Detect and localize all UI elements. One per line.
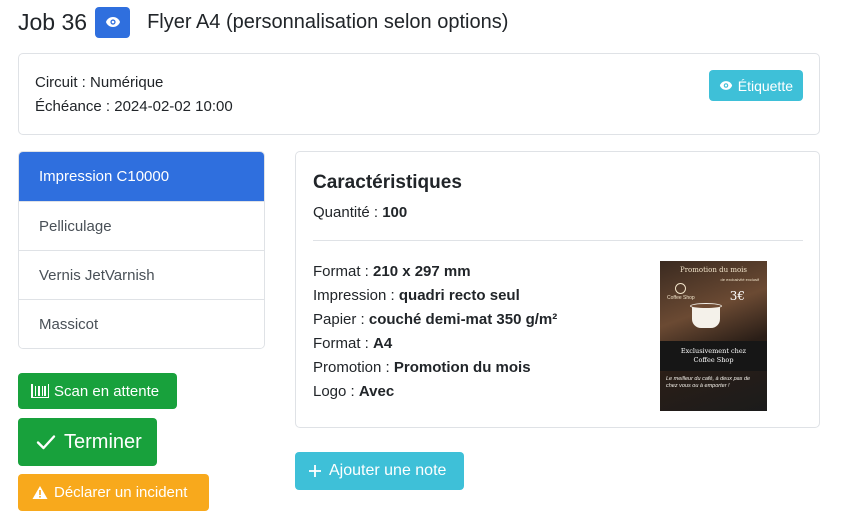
eye-icon bbox=[105, 17, 120, 27]
flyer-logo-mark bbox=[675, 283, 687, 294]
spec-label: Logo : bbox=[313, 383, 355, 400]
spec-value: Promotion du mois bbox=[393, 359, 531, 376]
spec-value: Avec bbox=[358, 383, 395, 400]
spec-label: Format : bbox=[313, 263, 369, 280]
warning-icon bbox=[32, 486, 48, 499]
spec-impression: Impression : quadri recto seul bbox=[313, 284, 557, 308]
add-note-label: Ajouter une note bbox=[329, 462, 447, 479]
spec-promotion: Promotion : Promotion du mois bbox=[313, 356, 557, 380]
report-incident-button[interactable]: Déclarer un incident bbox=[18, 474, 209, 511]
view-job-button[interactable] bbox=[95, 6, 131, 38]
circuit-line: Circuit : Numérique bbox=[35, 74, 163, 91]
flyer-exclusive-text: Exclusivement chez Coffee Shop bbox=[660, 347, 767, 365]
deadline-line: Échéance : 2024-02-02 10:00 bbox=[35, 98, 233, 115]
spec-value: couché demi-mat 350 g/m² bbox=[368, 311, 558, 328]
quantity-line: Quantité : 100 bbox=[313, 204, 407, 221]
step-label: Massicot bbox=[39, 315, 99, 333]
label-button[interactable]: Étiquette bbox=[708, 70, 803, 101]
plus-icon bbox=[309, 465, 321, 477]
job-title: Job 36 bbox=[18, 8, 88, 35]
quantity-value: 100 bbox=[382, 204, 408, 221]
characteristics-card: Caractéristiques Quantité : 100 Format :… bbox=[295, 151, 820, 428]
step-item-vernis[interactable]: Vernis JetVarnish bbox=[19, 250, 264, 299]
spec-label: Promotion : bbox=[313, 359, 390, 376]
report-incident-label: Déclarer un incident bbox=[54, 484, 188, 501]
scan-pending-label: Scan en attente bbox=[54, 382, 160, 400]
finish-label: Terminer bbox=[64, 430, 142, 453]
barcode-icon bbox=[31, 384, 49, 398]
flyer-logo-text: Coffee Shop bbox=[667, 295, 695, 301]
step-item-pelliculage[interactable]: Pelliculage bbox=[19, 201, 264, 250]
scan-pending-button[interactable]: Scan en attente bbox=[18, 373, 177, 409]
flyer-price: 3€ bbox=[729, 289, 745, 303]
deadline-label: Échéance : bbox=[35, 98, 111, 115]
job-info-card: Circuit : Numérique Échéance : 2024-02-0… bbox=[18, 53, 820, 135]
eye-icon bbox=[719, 81, 732, 90]
circuit-value: Numérique bbox=[90, 74, 164, 91]
spec-value: quadri recto seul bbox=[398, 287, 520, 304]
spec-format-size: Format : 210 x 297 mm bbox=[313, 260, 557, 284]
label-button-text: Étiquette bbox=[737, 77, 793, 94]
flyer-logo: Coffee Shop bbox=[667, 283, 695, 301]
flyer-exclusive-line1: Exclusivement chez bbox=[680, 347, 747, 355]
flyer-promo-text: Promotion du mois bbox=[679, 266, 748, 274]
spec-paper: Papier : couché demi-mat 350 g/m² bbox=[313, 308, 557, 332]
page-header: Job 36 Flyer A4 (personnalisation selon … bbox=[18, 6, 508, 38]
spec-label: Format : bbox=[313, 335, 369, 352]
spec-label: Impression : bbox=[313, 287, 395, 304]
flyer-footer-text: Le meilleur du café, à deux pas de chez … bbox=[666, 376, 751, 389]
deadline-value: 2024-02-02 10:00 bbox=[114, 98, 233, 115]
production-steps-list: Impression C10000 Pelliculage Vernis Jet… bbox=[18, 151, 265, 349]
spec-list: Format : 210 x 297 mm Impression : quadr… bbox=[313, 260, 557, 404]
circuit-label: Circuit : bbox=[35, 74, 86, 91]
spec-logo: Logo : Avec bbox=[313, 380, 557, 404]
step-label: Pelliculage bbox=[39, 217, 112, 235]
flyer-coffee-cup bbox=[692, 306, 720, 328]
spec-value: A4 bbox=[373, 335, 393, 352]
flyer-exclusive-line2: Coffee Shop bbox=[693, 356, 734, 364]
spec-label: Papier : bbox=[313, 311, 365, 328]
characteristics-title: Caractéristiques bbox=[313, 172, 462, 193]
step-label: Impression C10000 bbox=[39, 168, 170, 185]
quantity-label: Quantité : bbox=[313, 204, 379, 221]
check-icon bbox=[36, 435, 56, 450]
spec-value: 210 x 297 mm bbox=[373, 263, 471, 280]
step-item-massicot[interactable]: Massicot bbox=[19, 299, 264, 348]
job-subtitle: Flyer A4 (personnalisation selon options… bbox=[147, 10, 509, 33]
finish-button[interactable]: Terminer bbox=[18, 418, 157, 466]
step-label: Vernis JetVarnish bbox=[39, 266, 155, 284]
divider bbox=[313, 240, 803, 241]
flyer-sub-text: de exclusivité exclusif bbox=[720, 277, 759, 282]
flyer-preview-image: Promotion du mois de exclusivité exclusi… bbox=[660, 261, 767, 411]
add-note-button[interactable]: Ajouter une note bbox=[295, 452, 464, 490]
flyer-coffee-cup-top bbox=[690, 303, 722, 309]
spec-format: Format : A4 bbox=[313, 332, 557, 356]
step-item-impression[interactable]: Impression C10000 bbox=[19, 152, 264, 201]
